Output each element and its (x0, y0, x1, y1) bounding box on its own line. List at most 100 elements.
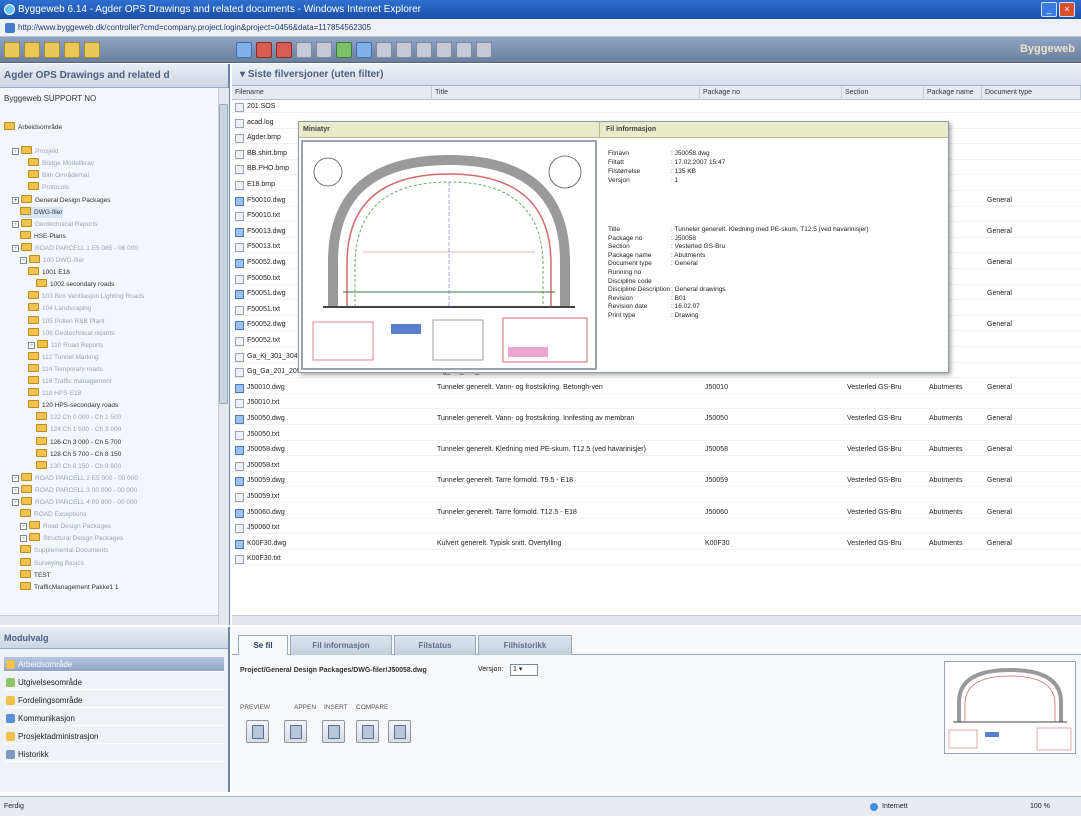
table-row[interactable]: J50050.dwg Tunneler generelt. Vann- og fr… (232, 413, 1081, 425)
tree-item[interactable]: TrafficManagement Pakke1 1 (20, 581, 119, 593)
column-header[interactable]: Title (432, 86, 700, 100)
tree-item[interactable]: + General Design Packages (12, 194, 111, 206)
tree-item[interactable]: Bim Områdemal (28, 170, 89, 181)
tree-item[interactable]: 124 Ch 1 500 - Ch 3 000 (36, 424, 121, 435)
file-list-header[interactable]: ▾ Siste filversjoner (uten filter) (232, 64, 1081, 86)
table-row[interactable]: J50010.txt (232, 397, 1081, 410)
module-item[interactable]: Kommunikasjon (4, 711, 224, 726)
tree-item[interactable]: + Structural Design Packages (20, 533, 123, 544)
tree-item[interactable]: 118 HPS-E18 (28, 388, 81, 399)
tree-item[interactable]: Arbeidsområde (4, 122, 62, 133)
compare-list-button[interactable] (388, 720, 411, 743)
module-item[interactable]: Arbeidsområde (4, 657, 224, 672)
table-row[interactable]: J50059.txt (232, 491, 1081, 503)
table-row[interactable]: K00F30.txt (232, 553, 1081, 566)
table-row[interactable]: J50050.txt (232, 429, 1081, 441)
tree-item[interactable]: TEST (20, 569, 51, 581)
tree-item[interactable]: 114 Temporary roads (28, 363, 103, 375)
tree-item[interactable]: + Road Design Packages (20, 521, 111, 532)
tree-item[interactable]: Surveying Basics (20, 557, 84, 569)
tree-item[interactable]: 130 Ch 8 150 - Ch 9 600 (36, 460, 121, 472)
expand-icon[interactable]: + (12, 499, 19, 506)
tree-item[interactable]: 1002 secondary roads (36, 279, 114, 290)
folder-icon[interactable] (4, 42, 20, 58)
tree-item[interactable]: 112 Tunnel Marking (28, 351, 99, 363)
expand-icon[interactable]: + (20, 257, 27, 264)
tree-item[interactable]: +110 Road Reports (28, 339, 103, 351)
search-icon[interactable] (396, 42, 412, 58)
expand-icon[interactable]: + (12, 196, 19, 204)
column-header[interactable]: Package no (700, 86, 842, 100)
tree-item[interactable]: ROAD Exceptions (20, 509, 86, 520)
column-header[interactable]: Filename (232, 86, 432, 100)
delete-icon[interactable] (276, 42, 292, 58)
new-folder-icon[interactable] (24, 42, 40, 58)
download-icon[interactable] (356, 42, 372, 58)
module-item[interactable]: Fordelingsområde (4, 693, 224, 708)
expand-icon[interactable]: + (20, 523, 27, 531)
table-row[interactable]: J50010.dwg Tunneler generelt. Vann- og fr… (232, 382, 1081, 394)
settings-icon[interactable] (456, 42, 472, 58)
tree-item[interactable]: 116 Traffic management (28, 376, 112, 387)
compare-button[interactable] (356, 720, 379, 743)
column-header[interactable]: Section (842, 86, 924, 100)
stop-icon[interactable] (256, 42, 272, 58)
tree-item[interactable]: 106 Geotechnical reports (28, 327, 115, 339)
table-row[interactable]: J50058.txt (232, 460, 1081, 472)
tree-item[interactable]: HSE-Plans (20, 230, 66, 242)
version-select[interactable]: 1 ▾ (510, 664, 538, 676)
tree-item[interactable]: DWG-filer (20, 206, 63, 218)
expand-icon[interactable]: + (12, 244, 19, 252)
tree-item[interactable]: 105 Pollen R&B Plant (28, 315, 105, 327)
help-icon[interactable] (476, 42, 492, 58)
append-button[interactable] (284, 720, 307, 743)
folder-open-icon[interactable] (64, 42, 80, 58)
expand-icon[interactable]: + (12, 220, 19, 228)
module-item[interactable]: Utgivelsesområde (4, 675, 224, 690)
expand-icon[interactable]: + (12, 474, 19, 482)
tree-item[interactable]: 126 Ch 3 000 - Ch 5 700 (36, 436, 121, 448)
module-item[interactable]: Prosjektadministrasjon (4, 729, 224, 744)
detail-tab[interactable]: Fil informasjon (290, 635, 392, 655)
folder-share-icon[interactable] (84, 42, 100, 58)
detail-tab[interactable]: Se fil (238, 635, 288, 655)
upload-icon[interactable] (336, 42, 352, 58)
address-bar[interactable]: http://www.byggeweb.dk/controller?cmd=co… (0, 19, 1081, 37)
tree-scroll-thumb[interactable] (219, 104, 228, 404)
column-header[interactable]: Document type (982, 86, 1081, 100)
tree-item[interactable]: 122 Ch 0 000 - Ch 1 500 (36, 412, 121, 423)
expand-icon[interactable]: + (12, 486, 19, 494)
table-row[interactable]: J50060.dwg Tunneler generelt. Tarre formo… (232, 507, 1081, 519)
tree-item[interactable]: + Geotechnical Reports (12, 218, 98, 230)
filter-icon[interactable] (416, 42, 432, 58)
table-row[interactable]: K00F30.dwg Kulvert generelt. Typisk snitt… (232, 538, 1081, 550)
tree-item[interactable]: 128 Ch 5 700 - Ch 8 150 (36, 448, 121, 460)
move-icon[interactable] (316, 42, 332, 58)
insert-button[interactable] (322, 720, 345, 743)
tree-horizontal-scrollbar[interactable] (0, 615, 218, 625)
tree-item[interactable]: 104 Landscaping (28, 303, 92, 314)
tree-item[interactable]: + ROAD PARCELL 2 E5 000 - 00 000 (12, 472, 138, 484)
file-list-scrollbar[interactable] (232, 615, 1081, 625)
table-row[interactable]: 201.SOS (232, 101, 1081, 113)
table-row[interactable]: J50058.dwg Tunneler generelt. Kledning me… (232, 444, 1081, 457)
tree-item[interactable]: Bridge Modellkrav (28, 158, 94, 169)
expand-icon[interactable]: + (20, 535, 27, 543)
table-row[interactable]: J50060.txt (232, 522, 1081, 535)
refresh-icon[interactable] (436, 42, 452, 58)
tree-item[interactable]: + ROAD PARCELL 4 09 800 - 00 000 (12, 497, 137, 508)
tree-item[interactable]: Supplemental Documents (20, 545, 108, 556)
close-button[interactable]: × (1059, 2, 1075, 17)
thumbnail-preview[interactable] (944, 661, 1076, 754)
tree-item[interactable]: 120 HPS-secondary roads (28, 400, 118, 411)
module-item[interactable]: Historikk (4, 747, 224, 762)
tree-item[interactable]: + ROAD PARCELL 1 E5 085 - 06 000 (12, 242, 138, 254)
column-header[interactable]: Package name (924, 86, 982, 100)
copy-icon[interactable] (296, 42, 312, 58)
tree-item[interactable]: 103 Bim Ventilasjon Lighting Roads (28, 291, 144, 302)
tree-item[interactable]: + ROAD PARCELL 3 00 000 - 00 000 (12, 484, 137, 496)
minimize-button[interactable]: _ (1041, 2, 1057, 17)
folder-up-icon[interactable] (44, 42, 60, 58)
expand-icon[interactable]: + (12, 148, 19, 156)
detail-tab[interactable]: Filstatus (394, 635, 476, 655)
